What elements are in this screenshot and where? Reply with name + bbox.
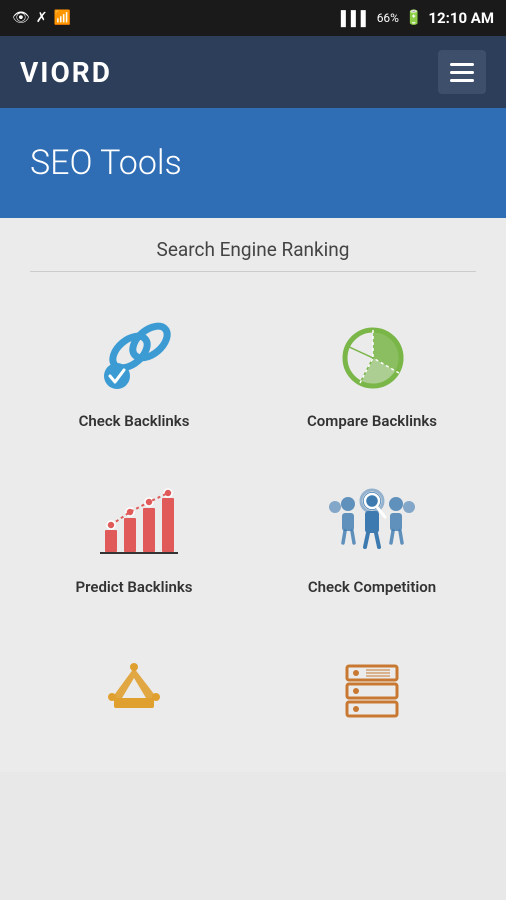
check-competition-label: Check Competition bbox=[308, 578, 436, 596]
app-logo: VIORD bbox=[20, 56, 112, 89]
hamburger-line-2 bbox=[450, 71, 474, 74]
tool-card-check-competition[interactable]: Check Competition bbox=[258, 458, 486, 614]
check-backlinks-label: Check Backlinks bbox=[79, 412, 190, 430]
status-bar: 👁 ✗ 📶 ▌▌▌ 66% 🔋 12:10 AM bbox=[0, 0, 506, 36]
battery-percentage: 66% bbox=[377, 11, 399, 25]
hamburger-line-3 bbox=[450, 79, 474, 82]
tool-6-icon bbox=[327, 648, 417, 728]
compare-backlinks-label: Compare Backlinks bbox=[307, 412, 437, 430]
menu-button[interactable] bbox=[438, 50, 486, 94]
app-bar: VIORD bbox=[0, 36, 506, 108]
check-competition-icon bbox=[327, 482, 417, 562]
section-title: Search Engine Ranking bbox=[10, 238, 496, 261]
tool-card-5[interactable] bbox=[20, 624, 248, 762]
status-time: 12:10 AM bbox=[428, 9, 494, 27]
tool-5-icon bbox=[89, 648, 179, 728]
wifi-icon: 📶 bbox=[54, 10, 71, 26]
bluetooth-icon: ✗ bbox=[36, 10, 48, 26]
tool-card-predict-backlinks[interactable]: Predict Backlinks bbox=[20, 458, 248, 614]
main-content: Search Engine Ranking Check Backl bbox=[0, 218, 506, 772]
predict-backlinks-icon bbox=[89, 482, 179, 562]
eye-icon: 👁 bbox=[12, 10, 30, 26]
signal-icon: ▌▌▌ bbox=[341, 10, 371, 27]
tool-card-check-backlinks[interactable]: Check Backlinks bbox=[20, 292, 248, 448]
hero-title: SEO Tools bbox=[30, 143, 182, 183]
battery-icon: 🔋 bbox=[405, 10, 422, 26]
predict-backlinks-label: Predict Backlinks bbox=[75, 578, 192, 596]
tools-grid-bottom bbox=[10, 624, 496, 762]
hamburger-line-1 bbox=[450, 63, 474, 66]
tools-grid: Check Backlinks bbox=[10, 292, 496, 614]
status-bar-left: 👁 ✗ 📶 bbox=[12, 10, 335, 26]
hero-section: SEO Tools bbox=[0, 108, 506, 218]
tool-card-compare-backlinks[interactable]: Compare Backlinks bbox=[258, 292, 486, 448]
section-divider bbox=[30, 271, 476, 272]
compare-backlinks-icon bbox=[327, 316, 417, 396]
check-backlinks-icon bbox=[89, 316, 179, 396]
tool-card-6[interactable] bbox=[258, 624, 486, 762]
